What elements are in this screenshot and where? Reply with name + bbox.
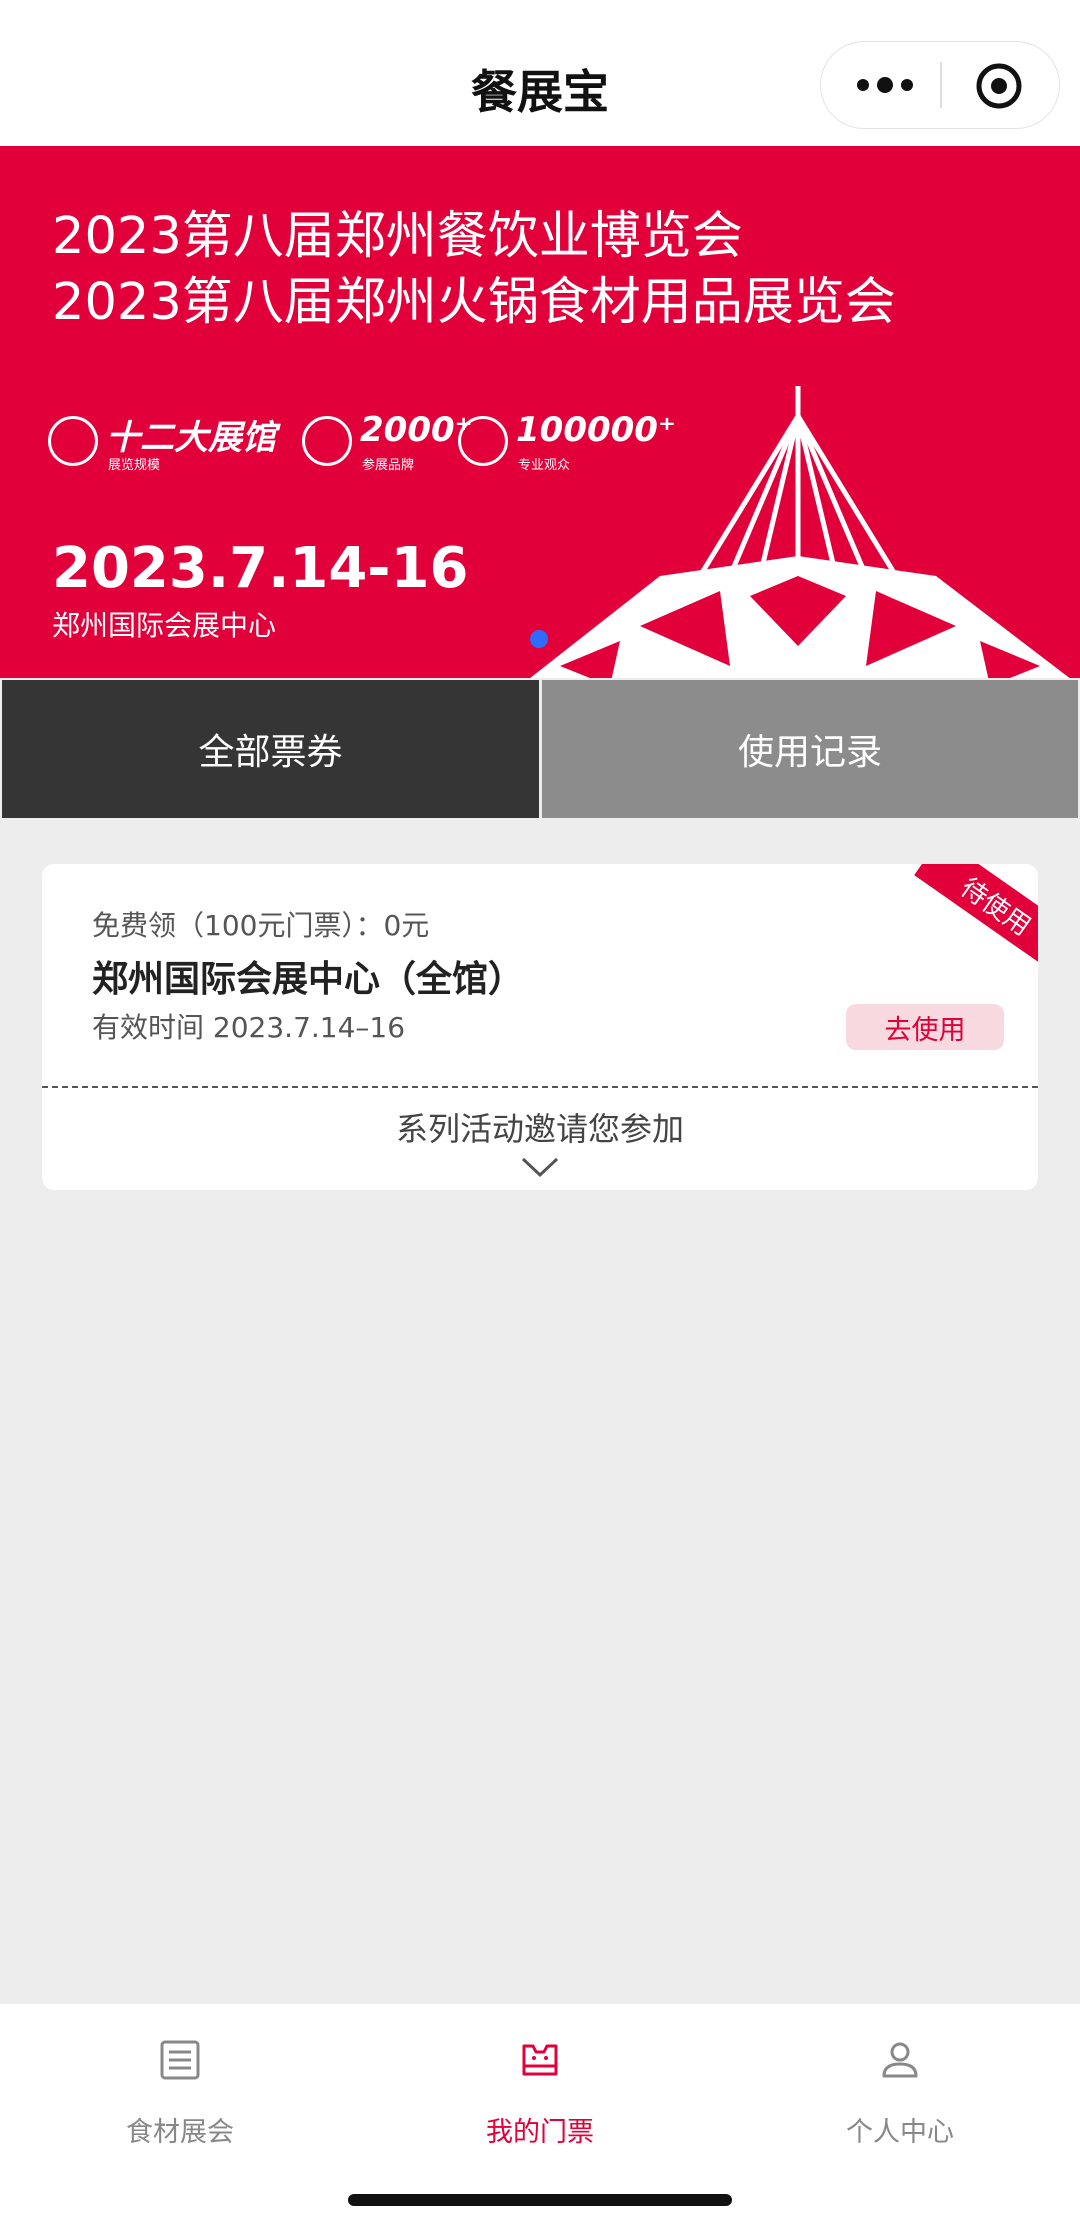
more-icon[interactable] bbox=[855, 70, 915, 100]
status-badge: 待使用 bbox=[914, 864, 1038, 973]
nav-bar: 餐展宝 bbox=[0, 0, 1080, 146]
tabbar-item-expo[interactable]: 食材展会 bbox=[0, 2024, 360, 2148]
convention-center-illustration bbox=[530, 386, 1070, 678]
banner-title-line1: 2023第八届郑州餐饮业博览会 bbox=[52, 207, 743, 266]
stat-label: 展览规模 bbox=[108, 458, 161, 473]
banner-title-line2: 2023第八届郑州火锅食材用品展览会 bbox=[52, 273, 896, 332]
close-target-icon[interactable] bbox=[974, 61, 1024, 111]
ticket-price: 免费领（100元门票）：0元 bbox=[92, 909, 430, 942]
group-icon bbox=[458, 416, 508, 466]
tabbar-item-my-tickets[interactable]: 我的门票 bbox=[360, 2024, 720, 2148]
tab-usage-records[interactable]: 使用记录 bbox=[542, 680, 1078, 818]
stat-value: 2000⁺ bbox=[360, 410, 473, 450]
stat-value: 十二大展馆 bbox=[106, 418, 276, 458]
person-icon bbox=[882, 2042, 918, 2078]
mini-program-capsule bbox=[820, 41, 1060, 129]
chevron-down-icon[interactable] bbox=[520, 1156, 560, 1178]
valid-label: 有效时间 bbox=[92, 1011, 205, 1044]
person-icon bbox=[302, 416, 352, 466]
carousel-indicator[interactable] bbox=[530, 630, 548, 648]
ticket-tabs: 全部票券 使用记录 bbox=[0, 678, 1080, 820]
tabbar-item-profile[interactable]: 个人中心 bbox=[720, 2024, 1080, 2148]
event-venue: 郑州国际会展中心 bbox=[52, 609, 277, 642]
ticket-icon bbox=[522, 2044, 558, 2076]
dashed-divider bbox=[42, 1086, 1038, 1088]
invite-text[interactable]: 系列活动邀请您参加 bbox=[42, 1104, 1038, 1150]
ticket-card[interactable]: 待使用 免费领（100元门票）：0元 郑州国际会展中心（全馆） 有效时间 202… bbox=[42, 864, 1038, 1190]
list-doc-icon bbox=[160, 2040, 200, 2080]
event-date: 2023.7.14-16 bbox=[52, 536, 469, 601]
tab-all-tickets[interactable]: 全部票券 bbox=[2, 680, 539, 818]
ticket-valid-time: 有效时间 2023.7.14–16 bbox=[92, 1006, 405, 1046]
event-banner[interactable]: 2023第八届郑州餐饮业博览会 2023第八届郑州火锅食材用品展览会 十二大展馆… bbox=[0, 146, 1080, 678]
capsule-divider bbox=[940, 62, 942, 108]
valid-date: 2023.7.14–16 bbox=[212, 1011, 406, 1044]
use-ticket-button[interactable]: 去使用 bbox=[846, 1004, 1004, 1050]
stat-label: 参展品牌 bbox=[362, 458, 415, 473]
tabbar-label: 食材展会 bbox=[126, 2117, 234, 2148]
home-indicator[interactable] bbox=[348, 2194, 732, 2206]
ticket-name: 郑州国际会展中心（全馆） bbox=[92, 959, 525, 1000]
tabbar-label: 我的门票 bbox=[486, 2117, 594, 2148]
tabbar-label: 个人中心 bbox=[846, 2117, 954, 2148]
house-icon bbox=[48, 416, 98, 466]
